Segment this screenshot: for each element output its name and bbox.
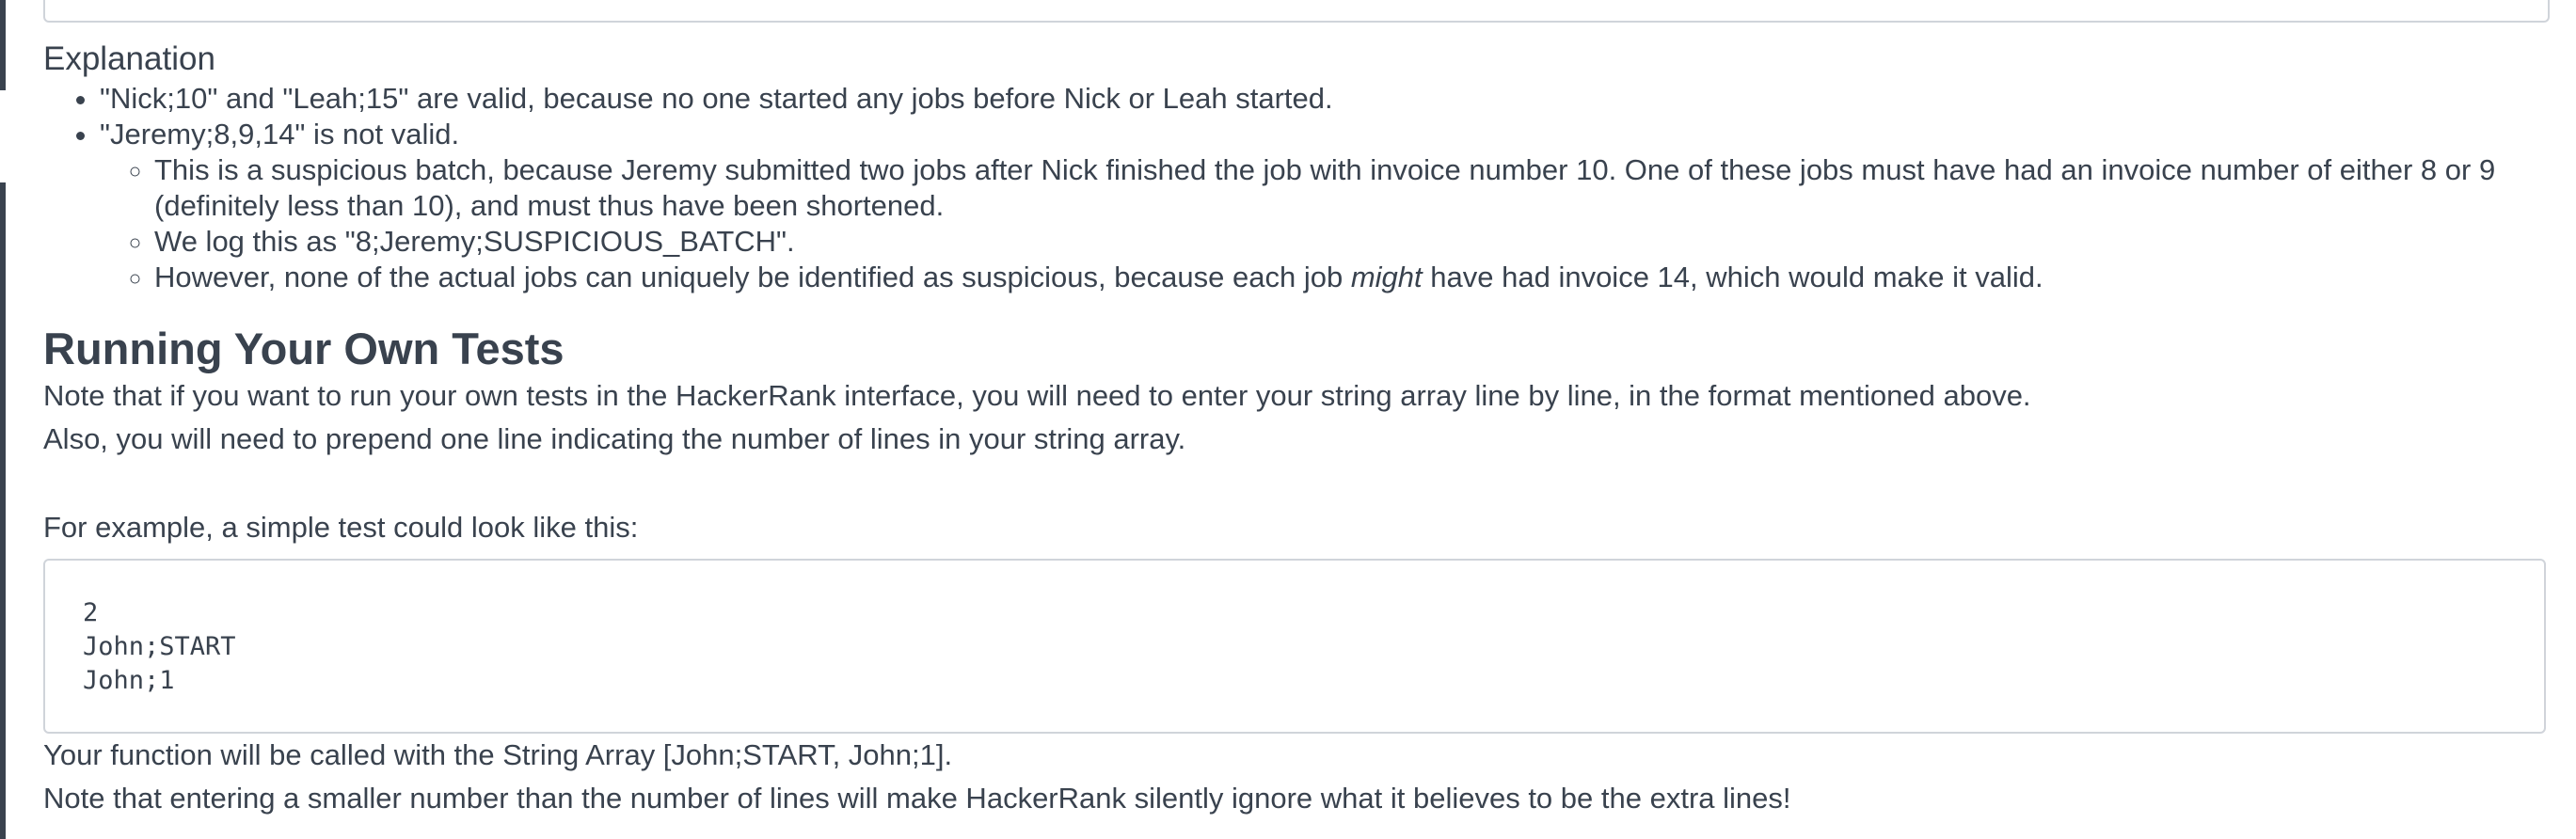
explanation-item-text: "Jeremy;8,9,14" is not valid.	[100, 118, 460, 150]
problem-content: Explanation "Nick;10" and "Leah;15" are …	[43, 38, 2555, 820]
explanation-item: "Nick;10" and "Leah;15" are valid, becau…	[100, 81, 2555, 117]
running-tests-paragraph: Note that if you want to run your own te…	[43, 379, 2031, 412]
explanation-subitem-text: However, none of the actual jobs can uni…	[154, 261, 1351, 293]
running-tests-paragraph: Note that entering a smaller number than…	[43, 782, 1791, 815]
code-line: John;1	[83, 666, 175, 695]
running-tests-paragraph: For example, a simple test could look li…	[43, 511, 639, 544]
problem-statement-page: Explanation "Nick;10" and "Leah;15" are …	[0, 0, 2576, 839]
explanation-subitem-text: This is a suspicious batch, because Jere…	[154, 153, 2496, 222]
previous-code-block-edge	[43, 0, 2550, 23]
explanation-subitem-text: have had invoice 14, which would make it…	[1422, 261, 2043, 293]
explanation-item: "Jeremy;8,9,14" is not valid. This is a …	[100, 117, 2555, 295]
explanation-list: "Nick;10" and "Leah;15" are valid, becau…	[43, 81, 2555, 295]
code-line: 2	[83, 598, 99, 627]
example-code-block: 2 John;START John;1	[43, 559, 2546, 734]
emphasis-text: might	[1350, 261, 1423, 293]
explanation-sublist: This is a suspicious batch, because Jere…	[100, 152, 2555, 295]
explanation-subitem: This is a suspicious batch, because Jere…	[154, 152, 2555, 224]
explanation-subitem-text: We log this as "8;Jeremy;SUSPICIOUS_BATC…	[154, 225, 795, 258]
running-tests-paragraph: Your function will be called with the St…	[43, 738, 953, 771]
left-accent-bar	[0, 0, 6, 90]
explanation-heading: Explanation	[43, 40, 215, 77]
code-line: John;START	[83, 632, 236, 661]
running-tests-heading: Running Your Own Tests	[43, 324, 564, 373]
explanation-subitem: We log this as "8;Jeremy;SUSPICIOUS_BATC…	[154, 224, 2555, 260]
explanation-item-text: "Nick;10" and "Leah;15" are valid, becau…	[100, 82, 1333, 115]
left-accent-bar	[0, 182, 6, 839]
running-tests-paragraph: Also, you will need to prepend one line …	[43, 422, 1186, 455]
explanation-subitem: However, none of the actual jobs can uni…	[154, 260, 2555, 295]
